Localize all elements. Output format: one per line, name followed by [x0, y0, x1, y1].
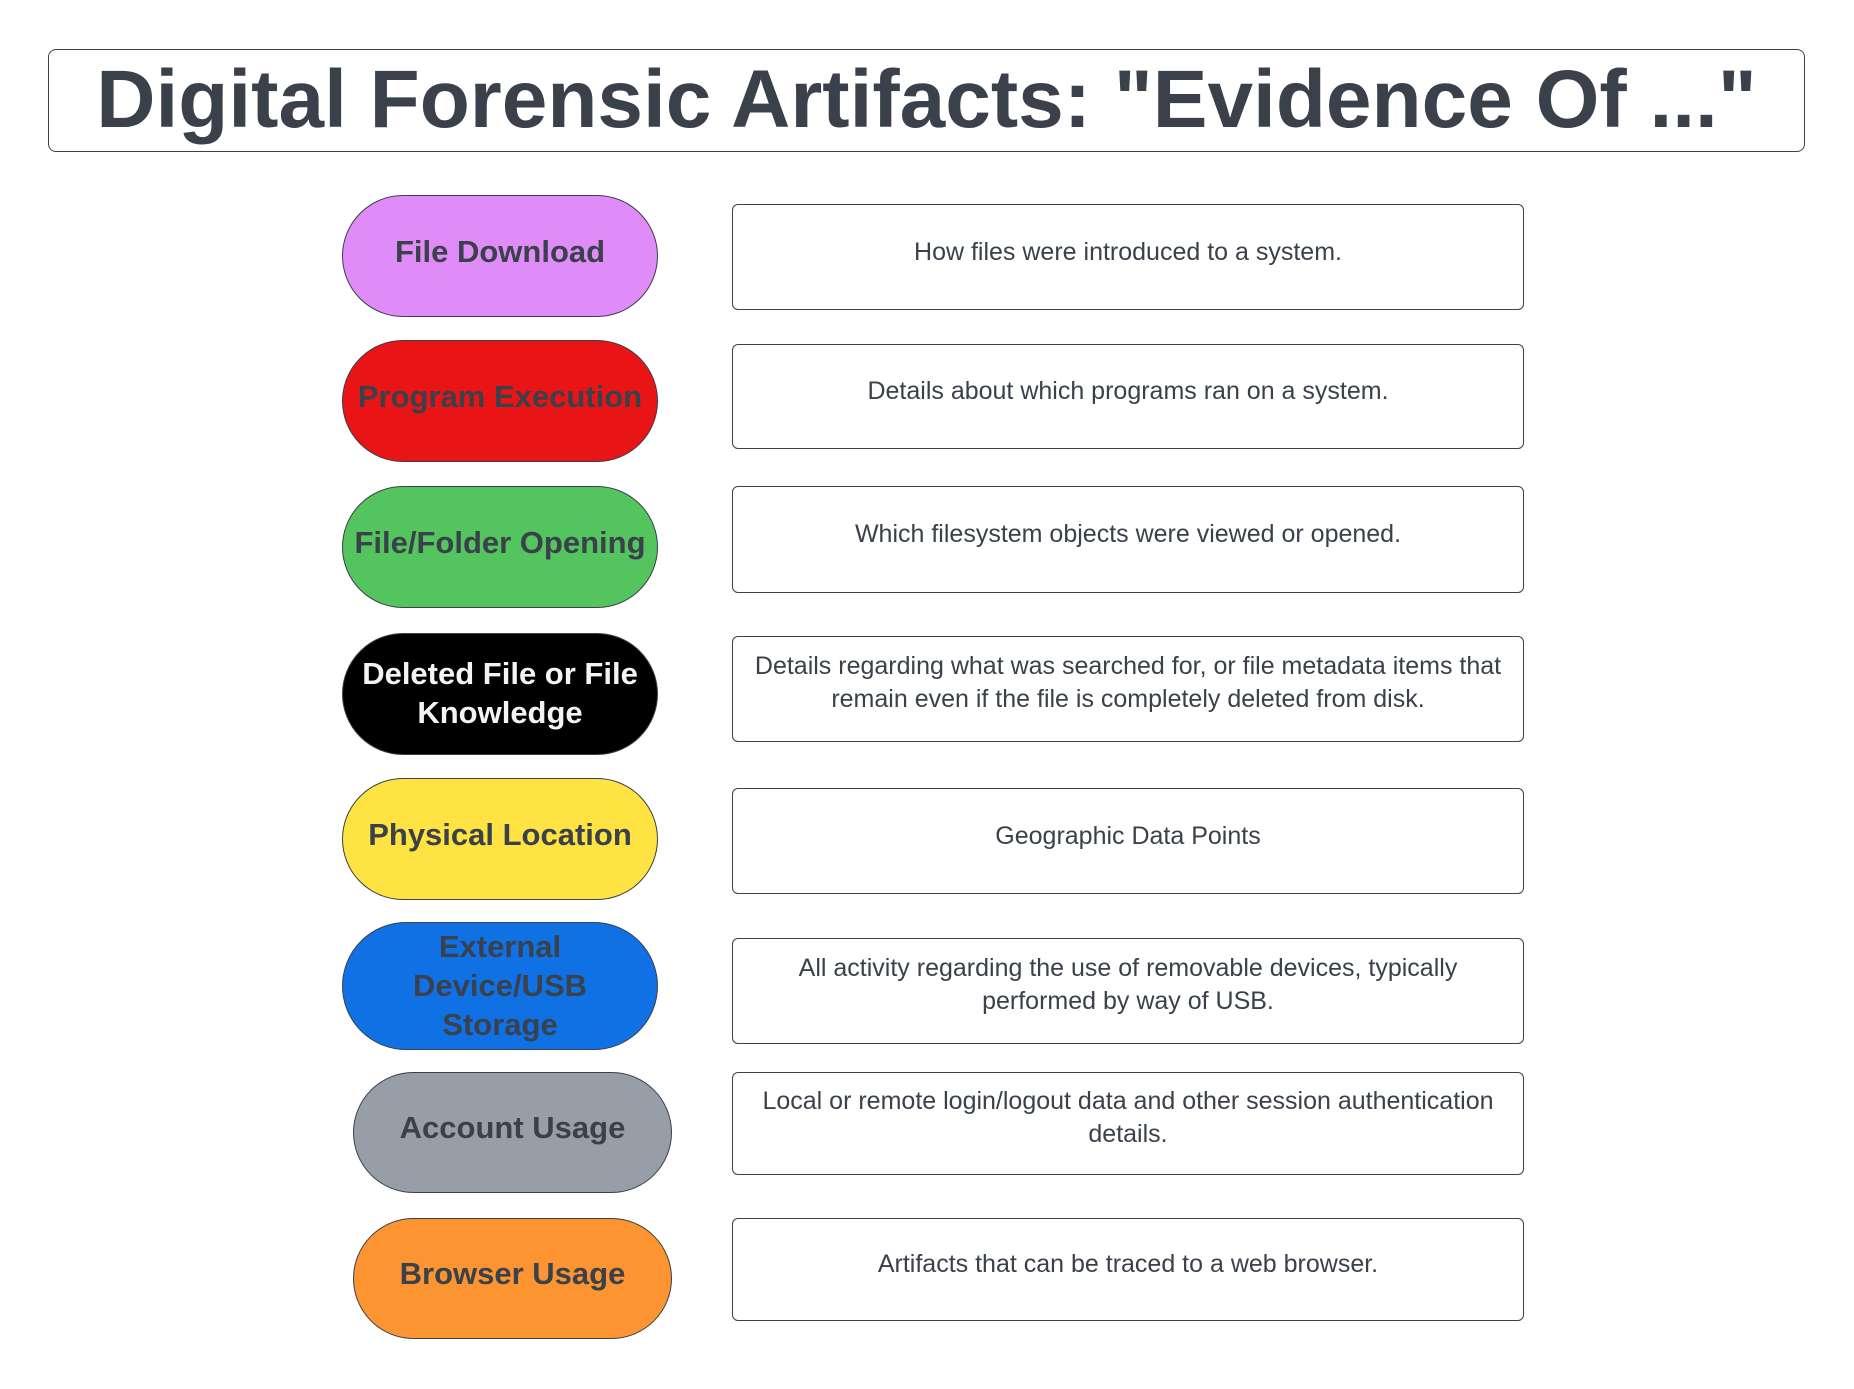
category-label: File/Folder Opening — [354, 524, 646, 560]
category-pill-file-folder-opening: File/Folder Opening — [342, 486, 658, 608]
category-pill-deleted-file-knowledge: Deleted File or File Knowledge — [342, 633, 658, 755]
category-pill-browser-usage: Browser Usage — [353, 1218, 672, 1339]
category-label: Physical Location — [368, 816, 632, 852]
description-box-file-download: How files were introduced to a system. — [732, 204, 1524, 310]
category-label: Deleted File or File Knowledge — [362, 656, 638, 730]
diagram-title: Digital Forensic Artifacts: "Evidence Of… — [96, 53, 1757, 145]
category-pill-file-download: File Download — [342, 195, 658, 317]
description-text: Which filesystem objects were viewed or … — [854, 520, 1402, 548]
description-text: Geographic Data Points — [995, 821, 1261, 850]
category-pill-external-device-usb: External Device/USB Storage — [342, 922, 658, 1050]
category-label: File Download — [394, 233, 606, 269]
description-text: How files were introduced to a system. — [914, 237, 1342, 266]
description-box-physical-location: Geographic Data Points — [732, 788, 1524, 894]
description-text: All activity regarding the use of remova… — [798, 954, 1458, 1015]
description-box-external-device-usb: All activity regarding the use of remova… — [732, 938, 1524, 1044]
description-box-program-execution: Details about which programs ran on a sy… — [732, 344, 1524, 449]
description-text: Details about which programs ran on a sy… — [867, 377, 1389, 405]
description-text: Artifacts that can be traced to a web br… — [877, 1250, 1379, 1278]
category-label: Browser Usage — [399, 1256, 626, 1291]
category-label: External Device/USB Storage — [412, 928, 588, 1042]
category-pill-account-usage: Account Usage — [353, 1072, 672, 1193]
category-label: Program Execution — [357, 378, 643, 414]
category-pill-program-execution: Program Execution — [342, 340, 658, 462]
description-box-file-folder-opening: Which filesystem objects were viewed or … — [732, 486, 1524, 593]
category-label: Account Usage — [399, 1110, 626, 1145]
description-box-deleted-file-knowledge: Details regarding what was searched for,… — [732, 636, 1524, 742]
description-box-account-usage: Local or remote login/logout data and ot… — [732, 1072, 1524, 1175]
category-pill-physical-location: Physical Location — [342, 778, 658, 900]
title-box: Digital Forensic Artifacts: "Evidence Of… — [48, 49, 1805, 152]
description-text: Local or remote login/logout data and ot… — [762, 1086, 1494, 1148]
description-text: Details regarding what was searched for,… — [754, 652, 1502, 713]
description-box-browser-usage: Artifacts that can be traced to a web br… — [732, 1218, 1524, 1321]
